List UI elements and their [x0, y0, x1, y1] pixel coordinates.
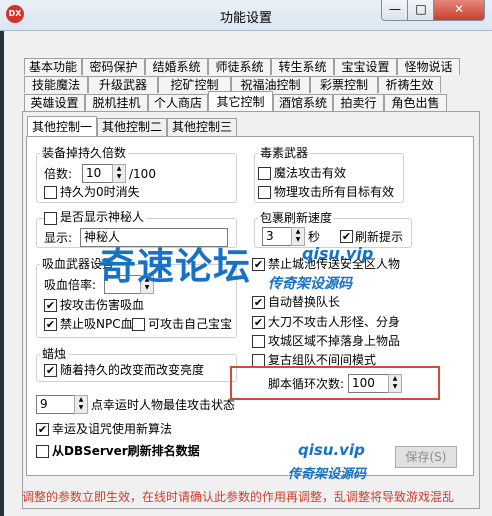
candle-checkbox[interactable]: ✔	[44, 364, 57, 377]
attack-own-pet-checkbox[interactable]	[132, 318, 145, 331]
watermark-slogan: 传奇架设源码	[268, 276, 352, 292]
save-button[interactable]: 保存(S)	[395, 446, 457, 468]
package-unit-label: 秒	[308, 230, 321, 244]
magic-attack-label: 魔法攻击有效	[274, 166, 347, 180]
attack-own-pet-label: 可攻击自己宝宝	[148, 317, 233, 331]
tab-other-control[interactable]: 其它控制	[208, 91, 273, 111]
tab-hero[interactable]: 英雄设置	[24, 94, 85, 111]
watermark-slogan-bottom: 传奇架设源码	[288, 467, 367, 482]
curse-label: 幸运及诅咒使用新算法	[52, 422, 173, 436]
equip-group-title: 装备掉持久倍数	[40, 146, 129, 160]
auto-swap-label: 自动替换队长	[268, 295, 341, 309]
zero-vanish-checkbox[interactable]	[44, 186, 57, 199]
minimize-button[interactable]: —	[381, 0, 409, 21]
tab-upgrade-weapon[interactable]: 升级武器	[88, 76, 158, 93]
luck-label: 点幸运时人物最佳攻击状态	[91, 398, 236, 412]
tab-pray[interactable]: 祈祷生效	[378, 76, 441, 93]
tab-rebirth[interactable]: 转生系统	[271, 58, 334, 75]
maximize-button[interactable]: □	[407, 0, 435, 21]
tab-tavern[interactable]: 酒馆系统	[273, 94, 333, 111]
by-damage-checkbox[interactable]: ✔	[44, 299, 57, 312]
refresh-tip-checkbox[interactable]: ✔	[340, 230, 353, 243]
mystery-checkbox[interactable]	[44, 212, 57, 225]
tab-marriage[interactable]: 结婚系统	[145, 58, 208, 75]
warning-text: 调整的参数立即生效，在线时请确认此参数的作用再调整，乱调整将导致游戏混乱	[22, 490, 455, 504]
watermark-url-bottom: qisu.vip	[298, 441, 365, 459]
subtab-other-3[interactable]: 其他控制三	[167, 118, 238, 136]
subtab-other-1[interactable]: 其他控制一	[27, 116, 98, 136]
left-edge	[0, 30, 4, 516]
dbserver-checkbox[interactable]	[36, 445, 49, 458]
magic-attack-checkbox[interactable]	[258, 167, 271, 180]
dbserver-label: 从DBServer刷新排名数据	[52, 444, 200, 458]
multiplier-suffix: /100	[129, 167, 156, 181]
physical-all-checkbox[interactable]	[258, 186, 271, 199]
candle-group-title: 蜡烛	[40, 347, 69, 361]
script-loop-label: 脚本循环次数:	[268, 377, 345, 391]
multiplier-label: 倍数:	[44, 167, 73, 181]
multiplier-spinner[interactable]: ▲ ▼	[112, 164, 126, 183]
candle-label: 随着持久的改变而改变亮度	[60, 363, 205, 377]
siege-checkbox[interactable]	[252, 335, 265, 348]
no-npc-checkbox[interactable]: ✔	[44, 318, 57, 331]
tab-role-sale[interactable]: 角色出售	[384, 94, 447, 111]
watermark-text: 奇速论坛	[99, 245, 251, 288]
luck-spinner[interactable]: ▲ ▼	[74, 395, 88, 414]
city-teleport-checkbox[interactable]: ✔	[252, 258, 265, 271]
tab-basic[interactable]: 基本功能	[24, 58, 82, 75]
title-bar: DX 功能设置 — □ ✕	[0, 0, 492, 31]
display-label: 显示:	[44, 231, 73, 245]
no-npc-label: 禁止吸NPC血	[60, 317, 133, 331]
tab-auction[interactable]: 拍卖行	[333, 94, 384, 111]
tab-offline[interactable]: 脱机挂机	[85, 94, 148, 111]
by-damage-label: 按攻击伤害吸血	[60, 298, 145, 312]
tab-row-3: 英雄设置 脱机挂机 个人商店 其它控制 酒馆系统 拍卖行 角色出售	[24, 91, 447, 111]
tab-row-1: 基本功能 密码保护 结婚系统 师徒系统 转生系统 宝宝设置 怪物说话	[24, 58, 460, 75]
tab-pet[interactable]: 宝宝设置	[334, 58, 397, 75]
siege-label: 攻城区域不掉落身上物品	[268, 334, 401, 348]
subtab-other-2[interactable]: 其他控制二	[97, 118, 168, 136]
blade-label: 大刀不攻击人形怪、分身	[268, 315, 401, 329]
tab-lottery[interactable]: 彩票控制	[310, 76, 378, 93]
subtab-row: 其他控制一 其他控制二 其他控制三	[27, 116, 238, 136]
script-loop-spinner[interactable]: ▲ ▼	[388, 374, 402, 393]
package-group-title: 包裹刷新速度	[258, 211, 335, 225]
auto-swap-checkbox[interactable]: ✔	[252, 296, 265, 309]
tab-password[interactable]: 密码保护	[82, 58, 145, 75]
tab-skill[interactable]: 技能魔法	[24, 76, 88, 93]
close-button[interactable]: ✕	[433, 0, 485, 21]
refresh-tip-label: 刷新提示	[355, 230, 404, 244]
tab-shop[interactable]: 个人商店	[148, 94, 208, 111]
physical-all-label: 物理攻击所有目标有效	[274, 185, 395, 199]
curse-checkbox[interactable]: ✔	[36, 423, 49, 436]
mystery-show-label: 是否显示神秘人	[58, 210, 147, 224]
poison-group-title: 毒素武器	[258, 146, 311, 160]
blade-checkbox[interactable]: ✔	[252, 316, 265, 329]
tab-master[interactable]: 师徒系统	[208, 58, 271, 75]
tab-monster-say[interactable]: 怪物说话	[397, 58, 460, 75]
vampire-rate-label: 吸血倍率:	[44, 278, 97, 292]
watermark-url: qisu.vip	[302, 244, 374, 263]
zero-vanish-label: 持久为0时消失	[60, 185, 140, 199]
